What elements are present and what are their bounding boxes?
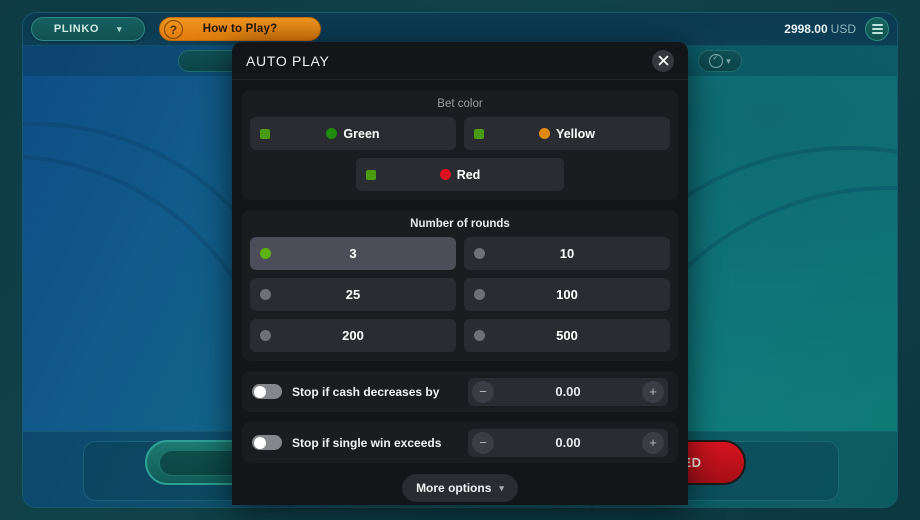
stop-single-win-stepper[interactable]: − 0.00 + [468, 428, 668, 457]
close-icon[interactable] [652, 49, 674, 72]
increment-button[interactable]: + [642, 431, 664, 454]
selection-square-icon [260, 128, 270, 139]
rounds-label: 10 [559, 246, 575, 261]
decrement-button[interactable]: − [472, 380, 494, 403]
stop-cash-decrease-label: Stop if cash decreases by [292, 384, 440, 399]
rounds-label: 500 [556, 328, 578, 343]
bet-color-card: Bet color Green Yellow Red [242, 90, 678, 200]
plinko-game-app: P ▾ RED PLINKO ▾ [0, 0, 920, 520]
stop-single-win-value: 0.00 [555, 435, 581, 450]
stop-cash-decrease-toggle[interactable] [252, 384, 282, 399]
bet-color-label: Green [343, 126, 380, 141]
rounds-title: Number of rounds [410, 218, 510, 230]
question-mark-icon: ? [164, 20, 183, 39]
more-options-area: More options ▾ [242, 473, 678, 505]
rounds-option-3[interactable]: 3 [250, 237, 456, 270]
how-to-play-label: How to Play? [202, 23, 278, 35]
how-to-play-button[interactable]: ? How to Play? [159, 17, 321, 41]
balance-amount: 2998.00 [784, 22, 828, 36]
bet-color-row-2: Red [250, 158, 670, 191]
radio-dot-icon [260, 248, 271, 259]
increment-button[interactable]: + [642, 380, 664, 403]
rounds-option-100[interactable]: 100 [464, 278, 670, 311]
radio-dot-icon [260, 330, 271, 341]
rounds-option-25[interactable]: 25 [250, 278, 456, 311]
rounds-row-3: 200 500 [250, 319, 670, 352]
rounds-card: Number of rounds 3 10 25 100 200 500 [242, 210, 678, 361]
stop-single-win-row: Stop if single win exceeds − 0.00 + [242, 422, 678, 463]
rounds-option-10[interactable]: 10 [464, 237, 670, 270]
radio-dot-icon [260, 289, 271, 300]
modal-title: AUTO PLAY [246, 52, 330, 69]
bet-color-option-green[interactable]: Green [250, 117, 456, 150]
color-dot-green [326, 128, 338, 139]
bet-color-label: Red [456, 167, 481, 182]
more-options-label: More options [416, 481, 492, 495]
modal-header: AUTO PLAY [232, 42, 688, 80]
stop-single-win-toggle[interactable] [252, 435, 282, 450]
balance-display: 2998.00 USD [784, 20, 856, 38]
more-options-button[interactable]: More options ▾ [402, 474, 518, 502]
stop-cash-decrease-value: 0.00 [555, 384, 581, 399]
hamburger-menu-icon[interactable] [865, 17, 889, 41]
chevron-down-icon: ▾ [117, 23, 123, 34]
bet-color-option-red[interactable]: Red [356, 158, 564, 191]
stop-single-win-label: Stop if single win exceeds [292, 435, 442, 450]
rounds-label: 100 [556, 287, 578, 302]
selection-square-icon [366, 169, 376, 180]
modal-body: Bet color Green Yellow Red Number of rou… [232, 80, 688, 505]
selection-square-icon [474, 128, 484, 139]
radio-dot-icon [474, 248, 485, 259]
rounds-option-500[interactable]: 500 [464, 319, 670, 352]
stop-cash-decrease-row: Stop if cash decreases by − 0.00 + [242, 371, 678, 412]
balance-area: 2998.00 USD [784, 17, 891, 41]
balance-currency: USD [830, 22, 856, 36]
decrement-button[interactable]: − [472, 431, 494, 454]
stop-cash-decrease-stepper[interactable]: − 0.00 + [468, 377, 668, 406]
rounds-label: 3 [349, 246, 357, 261]
rounds-row-2: 25 100 [250, 278, 670, 311]
rounds-row-1: 3 10 [250, 237, 670, 270]
bet-color-title: Bet color [437, 98, 483, 110]
color-dot-red [439, 169, 451, 180]
rounds-option-200[interactable]: 200 [250, 319, 456, 352]
rounds-label: 25 [345, 287, 361, 302]
color-dot-yellow [539, 128, 551, 139]
bet-color-row-1: Green Yellow [250, 117, 670, 150]
radio-dot-icon [474, 330, 485, 341]
chevron-down-icon: ▾ [499, 482, 504, 493]
game-selector-label: PLINKO [53, 23, 100, 35]
bet-color-option-yellow[interactable]: Yellow [464, 117, 670, 150]
radio-dot-icon [474, 289, 485, 300]
auto-play-modal: AUTO PLAY Bet color Green Yellow Red Num… [232, 42, 688, 505]
game-selector-button[interactable]: PLINKO ▾ [31, 17, 145, 41]
bet-color-label: Yellow [556, 126, 595, 141]
rounds-label: 200 [342, 328, 364, 343]
